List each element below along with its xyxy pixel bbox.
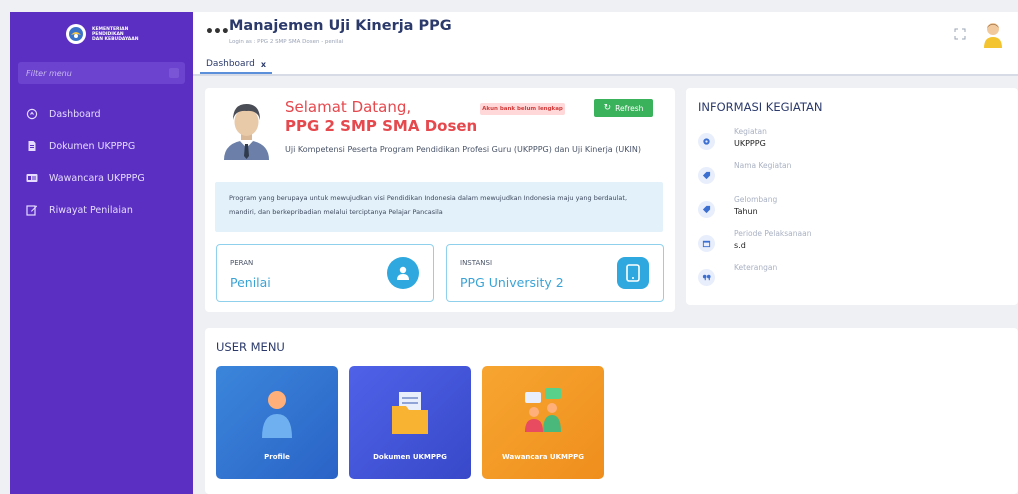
folder-icon <box>392 392 428 434</box>
menu-toggle-icon[interactable]: ••• <box>205 24 230 40</box>
peran-value: Penilai <box>230 275 271 290</box>
page-title: Manajemen Uji Kinerja PPG <box>229 18 452 34</box>
peran-card: PERAN Penilai <box>216 244 434 302</box>
tile-label: Profile <box>264 453 290 461</box>
tab-close-icon[interactable]: x <box>261 60 266 69</box>
tag-icon <box>698 201 715 218</box>
informasi-kegiatan-card: INFORMASI KEGIATAN Kegiatan UKPPPG Nama … <box>686 88 1018 305</box>
peran-label: PERAN <box>230 259 254 267</box>
program-description: Uji Kompetensi Peserta Program Pendidika… <box>285 145 641 154</box>
info-value: UKPPPG <box>734 139 766 148</box>
greeting: Selamat Datang, <box>285 98 412 116</box>
refresh-label: Refresh <box>615 103 644 113</box>
info-key: Gelombang <box>734 195 778 204</box>
user-menu-section: USER MENU Profile Dokumen UKMPPG Wawanca… <box>205 328 1018 494</box>
info-row-kegiatan: Kegiatan UKPPPG <box>698 127 998 155</box>
info-key: Nama Kegiatan <box>734 161 792 170</box>
tab-label: Dashboard <box>206 59 255 69</box>
user-icon <box>387 257 419 289</box>
info-row-keterangan: Keterangan <box>698 263 998 291</box>
sidebar: KEMENTERIAN PENDIDIKAN DAN KEBUDAYAAN Da… <box>10 12 193 494</box>
sidebar-item-dashboard[interactable]: Dashboard <box>10 98 193 130</box>
filter-menu <box>18 62 185 84</box>
sidebar-item-label: Dokumen UKPPPG <box>49 140 136 152</box>
dokumen-ukmppg-tile[interactable]: Dokumen UKMPPG <box>349 366 471 479</box>
instansi-card: INSTANSI PPG University 2 <box>446 244 664 302</box>
user-name: PPG 2 SMP SMA Dosen <box>285 117 478 135</box>
logo[interactable]: KEMENTERIAN PENDIDIKAN DAN KEBUDAYAAN <box>10 12 193 56</box>
sidebar-item-label: Wawancara UKPPPG <box>49 172 145 184</box>
tile-label: Wawancara UKMPPG <box>502 453 584 461</box>
id-card-icon <box>26 172 38 184</box>
document-icon <box>26 140 38 152</box>
app: KEMENTERIAN PENDIDIKAN DAN KEBUDAYAAN Da… <box>0 0 1018 494</box>
filter-clear-icon[interactable] <box>169 68 179 78</box>
refresh-button[interactable]: ↻ Refresh <box>594 99 653 117</box>
info-kegiatan-title: INFORMASI KEGIATAN <box>698 100 823 114</box>
info-row-periode: Periode Pelaksanaan s.d <box>698 229 998 257</box>
quote-icon <box>698 269 715 286</box>
sidebar-item-label: Dashboard <box>49 108 101 120</box>
welcome-card: Selamat Datang, PPG 2 SMP SMA Dosen Akun… <box>205 88 675 312</box>
person-icon <box>262 391 292 438</box>
sidebar-item-dokumen[interactable]: Dokumen UKPPPG <box>10 130 193 162</box>
sidebar-item-riwayat[interactable]: Riwayat Penilaian <box>10 194 193 226</box>
login-info: Login as : PPG 2 SMP SMA Dosen - penilai <box>229 39 344 45</box>
filter-menu-input[interactable] <box>26 68 166 78</box>
user-menu-title: USER MENU <box>216 340 285 354</box>
header: ••• Manajemen Uji Kinerja PPG Login as :… <box>193 12 1018 56</box>
tile-label: Dokumen UKMPPG <box>373 453 447 461</box>
sidebar-nav: Dashboard Dokumen UKPPPG Wawancara UKPPP… <box>10 98 193 226</box>
info-value: Tahun <box>734 207 758 216</box>
sidebar-item-wawancara[interactable]: Wawancara UKPPPG <box>10 162 193 194</box>
tablet-icon <box>617 257 649 289</box>
tag-icon <box>698 167 715 184</box>
instansi-label: INSTANSI <box>460 259 493 267</box>
info-key: Keterangan <box>734 263 778 272</box>
info-row-gelombang: Gelombang Tahun <box>698 195 998 223</box>
edit-icon <box>26 204 38 216</box>
refresh-icon: ↻ <box>603 103 612 113</box>
info-row-nama-kegiatan: Nama Kegiatan <box>698 161 998 189</box>
tut-wuri-logo-icon <box>66 24 86 44</box>
program-info-box: Program yang berupaya untuk mewujudkan v… <box>215 182 663 232</box>
gear-icon <box>698 133 715 150</box>
wawancara-ukmppg-tile[interactable]: Wawancara UKMPPG <box>482 366 604 479</box>
interview-icon <box>525 388 561 432</box>
fullscreen-icon[interactable] <box>954 28 966 40</box>
profile-tile[interactable]: Profile <box>216 366 338 479</box>
info-key: Kegiatan <box>734 127 767 136</box>
logo-text: KEMENTERIAN PENDIDIKAN DAN KEBUDAYAAN <box>92 26 139 42</box>
info-value: s.d <box>734 241 746 250</box>
user-avatar-icon[interactable] <box>982 20 1004 48</box>
instansi-value: PPG University 2 <box>460 275 564 290</box>
bank-status-badge: Akun bank belum lengkap <box>480 103 565 115</box>
sidebar-item-label: Riwayat Penilaian <box>49 204 133 216</box>
info-key: Periode Pelaksanaan <box>734 229 812 238</box>
calendar-icon <box>698 235 715 252</box>
user-profile-avatar <box>219 98 274 160</box>
clock-icon <box>26 108 38 120</box>
tab-dashboard[interactable]: Dashboard x <box>200 56 272 74</box>
tab-bar: Dashboard x <box>193 56 1018 76</box>
